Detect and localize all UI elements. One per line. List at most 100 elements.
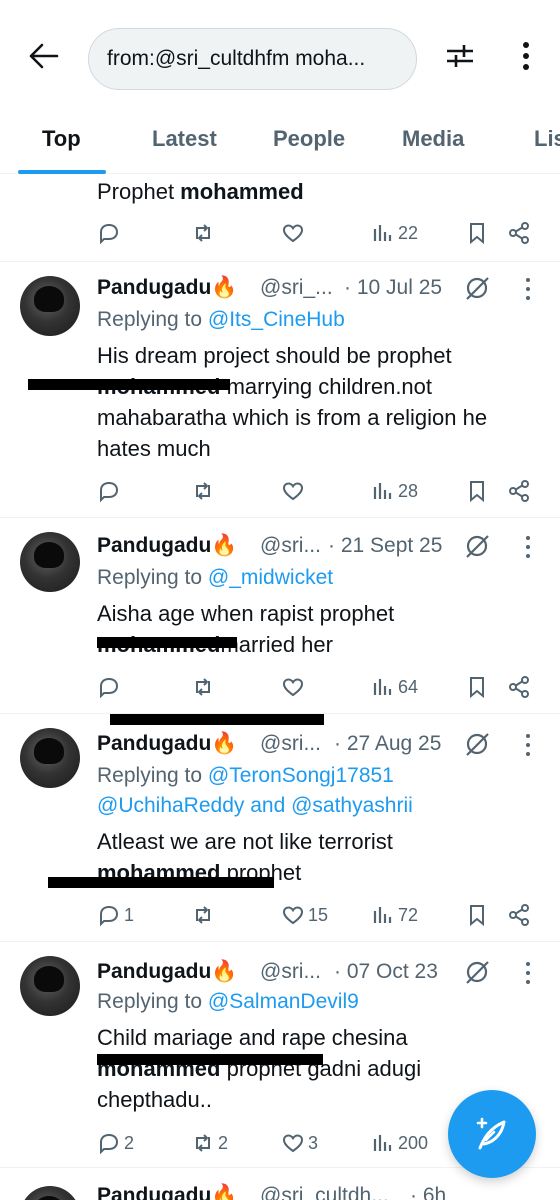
tweet-partial[interactable]: Prophet mohammed 22 (0, 174, 560, 262)
redaction-bar (28, 379, 230, 390)
search-input[interactable]: from:@sri_cultdhfm moha... (88, 28, 417, 90)
display-name[interactable]: Pandugadu🔥 (97, 960, 237, 984)
replying-to: Replying to @_midwicket (97, 566, 334, 589)
tweet-item[interactable]: Pandugadu🔥 @sri... · 21 Sept 25 Replying… (0, 518, 560, 714)
repost-button[interactable] (191, 672, 218, 702)
bookmark-button[interactable] (465, 672, 489, 702)
like-icon (282, 482, 304, 501)
user-handle[interactable]: @sri... (260, 534, 321, 558)
tweet-date[interactable]: · 10 Jul 25 (344, 276, 442, 300)
tweet-date[interactable]: · 07 Oct 23 (334, 960, 438, 984)
user-handle[interactable]: @sri_cultdh... (260, 1184, 389, 1200)
tweet-text: His dream project should be prophet moha… (97, 343, 488, 461)
views-icon (373, 225, 392, 241)
avatar[interactable] (20, 532, 80, 592)
like-button[interactable]: 15 (281, 900, 328, 930)
tab-top[interactable]: Top (42, 126, 81, 152)
grok-icon[interactable] (464, 275, 490, 301)
grok-icon[interactable] (464, 731, 490, 757)
more-icon[interactable] (520, 732, 536, 758)
display-name[interactable]: Pandugadu🔥 (97, 276, 237, 300)
back-arrow-icon (29, 43, 59, 69)
avatar[interactable] (20, 276, 80, 336)
tweet-actions: 22 (97, 218, 537, 248)
views-button[interactable]: 28 (371, 476, 418, 506)
more-icon[interactable] (520, 960, 536, 986)
like-icon (282, 678, 304, 697)
bookmark-icon (470, 481, 484, 503)
reply-button[interactable]: 2 (97, 1128, 134, 1158)
share-button[interactable] (507, 476, 531, 506)
share-icon (509, 480, 529, 502)
bookmark-button[interactable] (465, 476, 489, 506)
bookmark-button[interactable] (465, 900, 489, 930)
tab-latest[interactable]: Latest (152, 126, 217, 152)
repost-button[interactable] (191, 218, 215, 248)
mention-link[interactable]: @UchihaReddy and @sathyashrii (97, 794, 413, 817)
avatar[interactable] (20, 956, 80, 1016)
compose-button[interactable] (448, 1090, 536, 1178)
vertical-dots-icon (523, 42, 529, 70)
bookmark-icon (470, 223, 484, 245)
repost-icon (196, 906, 210, 924)
repost-button[interactable] (191, 476, 218, 506)
filter-button[interactable] (440, 36, 480, 76)
views-button[interactable]: 200 (371, 1128, 428, 1158)
mention-link[interactable]: @TeronSongj17851 (208, 764, 394, 787)
redaction-bar (97, 637, 237, 648)
repost-icon (196, 678, 210, 696)
reply-button[interactable]: 1 (97, 900, 134, 930)
tab-people[interactable]: People (273, 126, 345, 152)
like-icon (282, 906, 304, 925)
reply-button[interactable] (97, 218, 121, 248)
more-icon[interactable] (520, 276, 536, 302)
reply-icon (100, 223, 119, 245)
bookmark-button[interactable] (465, 218, 489, 248)
tweet-date[interactable]: · 27 Aug 25 (334, 732, 441, 756)
display-name[interactable]: Pandugadu🔥 (97, 1184, 237, 1200)
mention-link[interactable]: @_midwicket (208, 566, 333, 589)
grok-icon[interactable] (464, 533, 490, 559)
mention-link[interactable]: @Its_CineHub (208, 308, 345, 331)
back-button[interactable] (24, 36, 64, 76)
repost-icon (196, 482, 210, 500)
mention-link[interactable]: @SalmanDevil9 (208, 990, 359, 1013)
share-icon (509, 904, 529, 926)
avatar[interactable] (20, 1186, 80, 1200)
reply-button[interactable] (97, 672, 124, 702)
reply-button[interactable] (97, 476, 124, 506)
avatar[interactable] (20, 728, 80, 788)
repost-icon (196, 1134, 210, 1152)
repost-button[interactable] (191, 900, 218, 930)
share-button[interactable] (507, 218, 531, 248)
display-name[interactable]: Pandugadu🔥 (97, 534, 237, 558)
like-button[interactable] (281, 476, 308, 506)
views-button[interactable]: 22 (371, 218, 418, 248)
user-handle[interactable]: @sri_... (260, 276, 333, 300)
grok-icon[interactable] (464, 959, 490, 985)
more-icon[interactable] (520, 534, 536, 560)
views-icon (373, 483, 392, 499)
like-button[interactable] (281, 672, 308, 702)
more-options-button[interactable] (506, 36, 546, 76)
user-handle[interactable]: @sri... (260, 732, 321, 756)
tweet-item[interactable]: Pandugadu🔥 @sri... · 27 Aug 25 Replying … (0, 714, 560, 942)
replying-to: Replying to @SalmanDevil9 (97, 990, 359, 1013)
views-count: 22 (398, 222, 419, 243)
tweet-date[interactable]: · 6h (410, 1184, 446, 1200)
repost-button[interactable]: 2 (191, 1128, 228, 1158)
tweet-text: Aisha age when rapist prophet mohammedma… (97, 601, 395, 657)
like-button[interactable] (281, 218, 305, 248)
tweet-item[interactable]: Pandugadu🔥 @sri_... · 10 Jul 25 Replying… (0, 262, 560, 518)
share-button[interactable] (507, 672, 531, 702)
views-button[interactable]: 72 (371, 900, 418, 930)
views-button[interactable]: 64 (371, 672, 418, 702)
reply-icon (100, 905, 119, 927)
display-name[interactable]: Pandugadu🔥 (97, 732, 237, 756)
user-handle[interactable]: @sri... (260, 960, 321, 984)
like-button[interactable]: 3 (281, 1128, 318, 1158)
share-button[interactable] (507, 900, 531, 930)
tweet-date[interactable]: · 21 Sept 25 (328, 534, 442, 558)
tab-lists[interactable]: Lis (534, 126, 560, 152)
tab-media[interactable]: Media (402, 126, 464, 152)
